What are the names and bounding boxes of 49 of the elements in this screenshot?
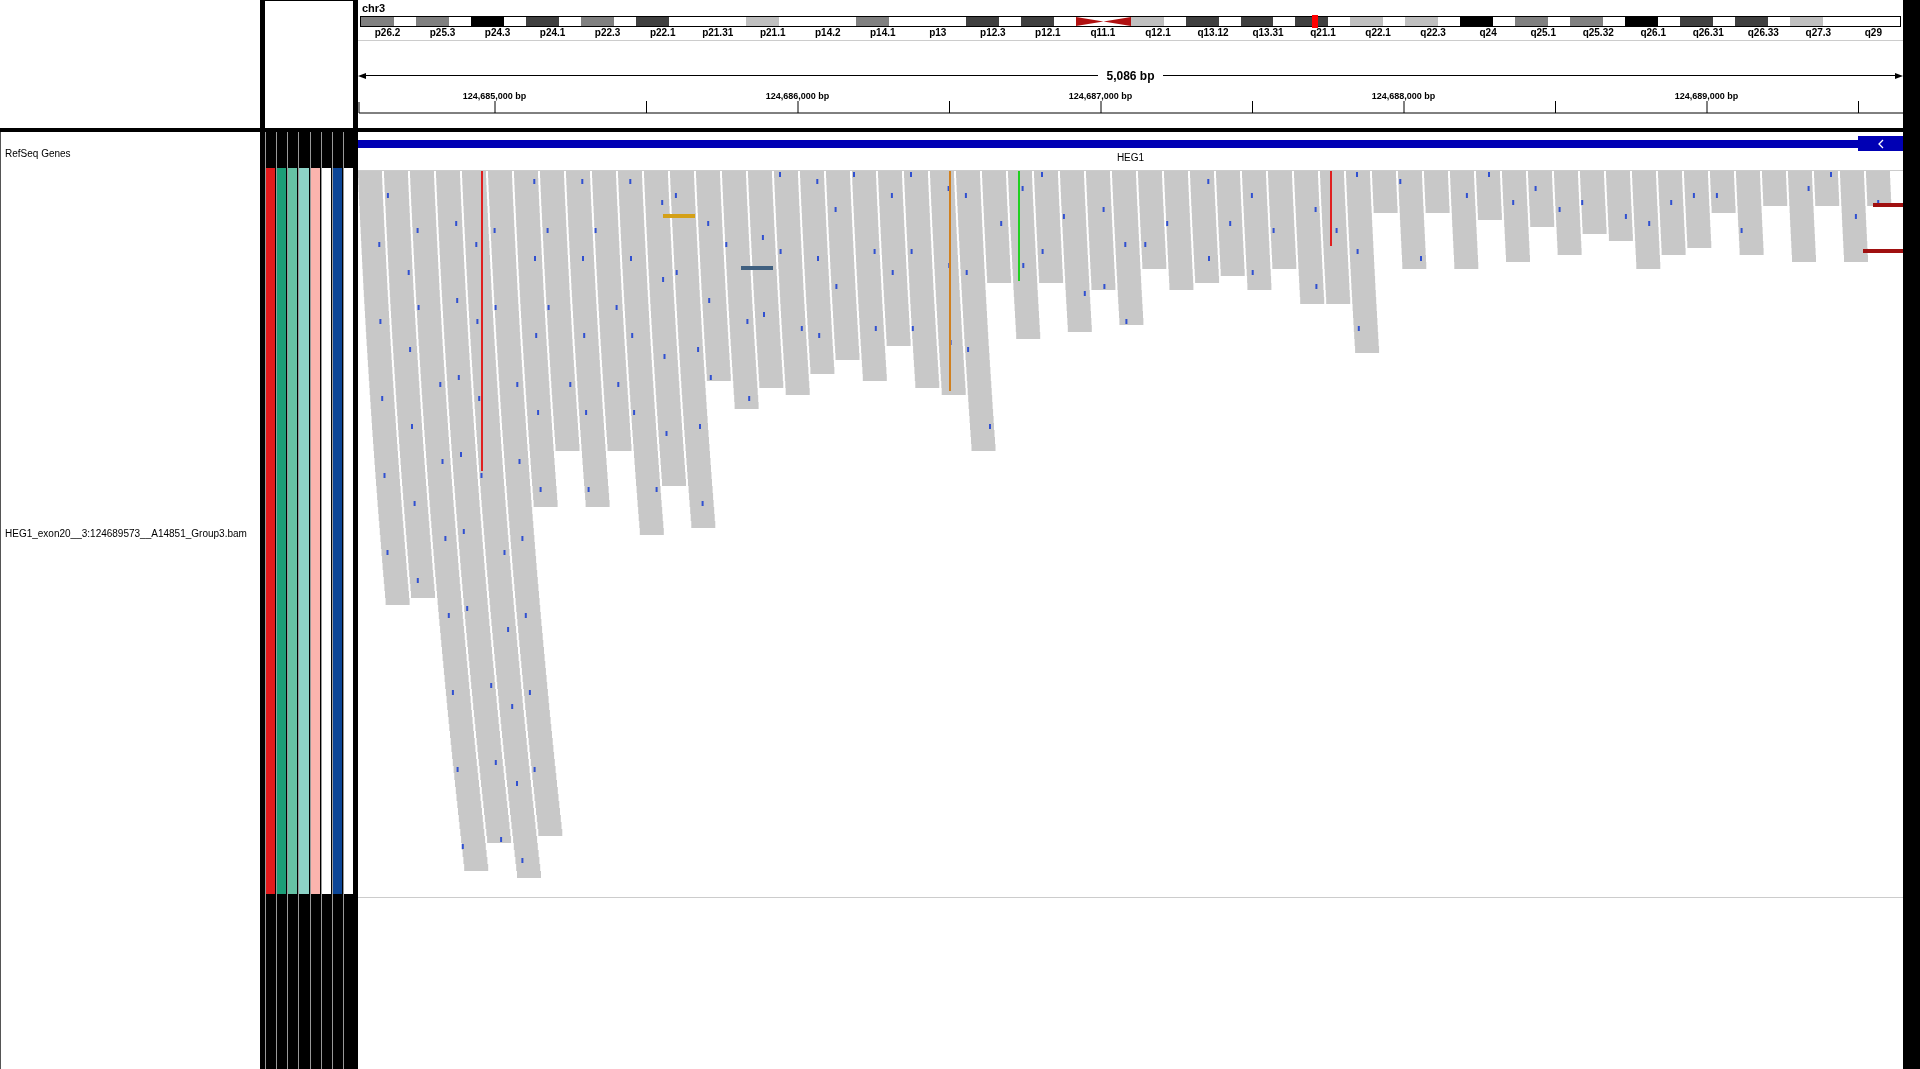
tick-label: 124,689,000 bp <box>1673 90 1740 101</box>
tick-label: 124,686,000 bp <box>764 90 831 101</box>
band-label: p12.3 <box>979 27 1007 38</box>
band-label: p12.1 <box>1034 27 1062 38</box>
band-label: q13.12 <box>1196 27 1230 38</box>
band-label: q22.3 <box>1419 27 1447 38</box>
tick-label: 124,687,000 bp <box>1067 90 1134 101</box>
attribute-cell[interactable] <box>310 168 320 894</box>
chromosome-name: chr3 <box>362 2 386 14</box>
band-label: q25.32 <box>1581 27 1615 38</box>
attribute-cell[interactable] <box>288 168 298 894</box>
attribute-cell[interactable] <box>266 168 276 894</box>
band-label: p24.1 <box>538 27 567 38</box>
read-alignments-drawing[interactable] <box>358 171 1903 878</box>
span-length: 5,086 bp <box>1105 68 1156 83</box>
band-label: q12.1 <box>1144 27 1172 38</box>
attribute-cell[interactable] <box>299 168 309 894</box>
chromosome-ideogram[interactable] <box>360 16 1901 27</box>
band-label: q11.1 <box>1089 27 1117 38</box>
band-label: q21.1 <box>1309 27 1337 38</box>
band-label: q13.31 <box>1251 27 1285 38</box>
band-label: p14.1 <box>869 27 897 38</box>
band-label: p14.2 <box>813 27 842 38</box>
band-label: p26.2 <box>373 27 402 38</box>
band-label: q24 <box>1478 27 1498 38</box>
attribute-cell[interactable] <box>321 168 331 894</box>
band-label: p25.3 <box>428 27 457 38</box>
band-label: p24.3 <box>483 27 512 38</box>
band-label: q26.1 <box>1639 27 1667 38</box>
band-label: p13 <box>928 27 948 38</box>
band-label: q25.1 <box>1529 27 1557 38</box>
band-label: p21.31 <box>701 27 735 38</box>
tick-label: 124,688,000 bp <box>1370 90 1437 101</box>
band-label: q29 <box>1863 27 1883 38</box>
track-name[interactable]: RefSeq Genes <box>1 148 75 159</box>
gene-name: HEG1 <box>1116 152 1145 163</box>
band-label: p21.1 <box>758 27 787 38</box>
band-label: q26.31 <box>1691 27 1725 38</box>
band-label: q26.33 <box>1746 27 1780 38</box>
attribute-cell[interactable] <box>277 168 287 894</box>
attribute-cell[interactable] <box>332 168 342 894</box>
attribute-cell[interactable] <box>343 168 353 894</box>
band-label: q22.1 <box>1364 27 1392 38</box>
band-label: p22.1 <box>648 27 677 38</box>
gene-exon[interactable] <box>1858 136 1903 151</box>
tick-label: 124,685,000 bp <box>461 90 528 101</box>
band-label: p22.3 <box>593 27 622 38</box>
band-label: q27.3 <box>1804 27 1833 38</box>
track-name[interactable]: HEG1_exon20__3:124689573__A14851_Group3.bam <box>1 527 251 539</box>
